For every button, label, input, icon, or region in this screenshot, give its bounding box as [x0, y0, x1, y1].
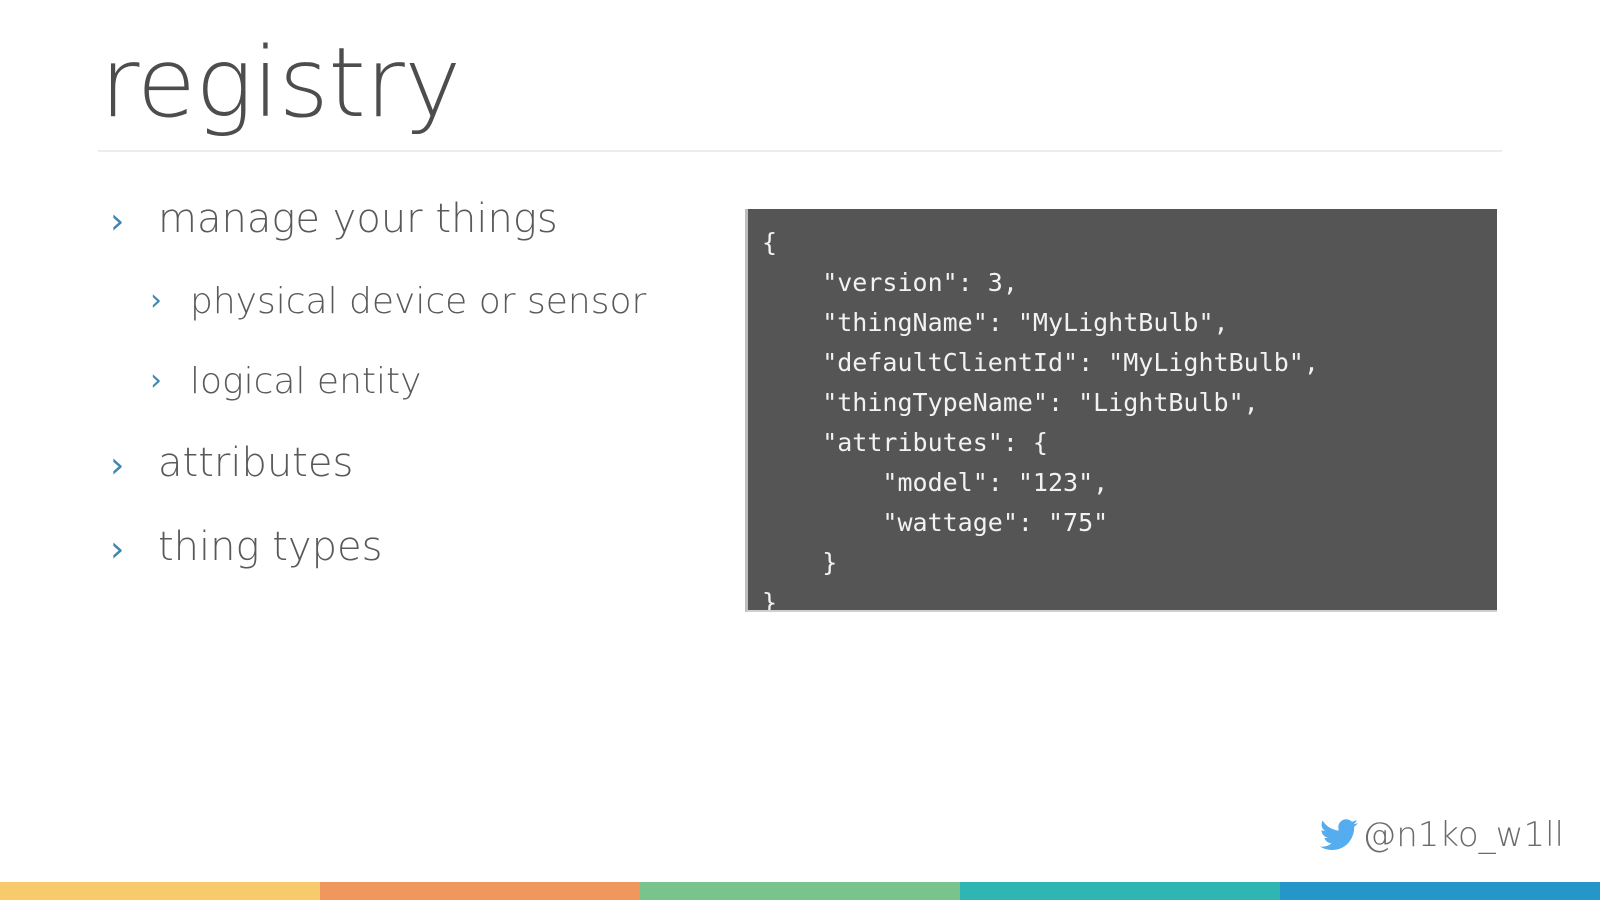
list-item: › thing types	[110, 520, 730, 604]
list-item-label: attributes	[158, 440, 354, 486]
chevron-right-icon: ›	[150, 363, 162, 398]
color-segment-teal	[960, 882, 1280, 900]
bullet-list: › manage your things › physical device o…	[110, 192, 730, 604]
chevron-right-icon: ›	[110, 445, 125, 486]
chevron-right-icon: ›	[110, 529, 125, 570]
twitter-handle: @n1ko_w1ll	[1320, 818, 1564, 852]
list-item: › manage your things	[110, 192, 730, 276]
code-content: { "version": 3, "thingName": "MyLightBul…	[762, 228, 1319, 612]
bottom-color-bar	[0, 882, 1600, 900]
list-item-label: manage your things	[158, 196, 558, 242]
list-item: › attributes	[110, 436, 730, 520]
color-segment-orange	[320, 882, 640, 900]
list-item: › logical entity	[110, 356, 730, 436]
color-segment-yellow	[0, 882, 320, 900]
page-title: registry	[100, 27, 461, 139]
color-segment-green	[640, 882, 960, 900]
list-item: › physical device or sensor	[110, 276, 730, 356]
title-divider	[98, 150, 1502, 152]
slide: registry › manage your things › physical…	[0, 0, 1600, 900]
list-item-label: thing types	[158, 524, 383, 570]
list-item-label: physical device or sensor	[190, 281, 647, 322]
chevron-right-icon: ›	[110, 201, 125, 242]
color-segment-blue	[1280, 882, 1600, 900]
twitter-bird-icon	[1320, 819, 1359, 851]
chevron-right-icon: ›	[150, 283, 162, 318]
twitter-handle-label: @n1ko_w1ll	[1362, 815, 1564, 855]
list-item-label: logical entity	[190, 361, 422, 402]
code-block: { "version": 3, "thingName": "MyLightBul…	[745, 209, 1497, 612]
